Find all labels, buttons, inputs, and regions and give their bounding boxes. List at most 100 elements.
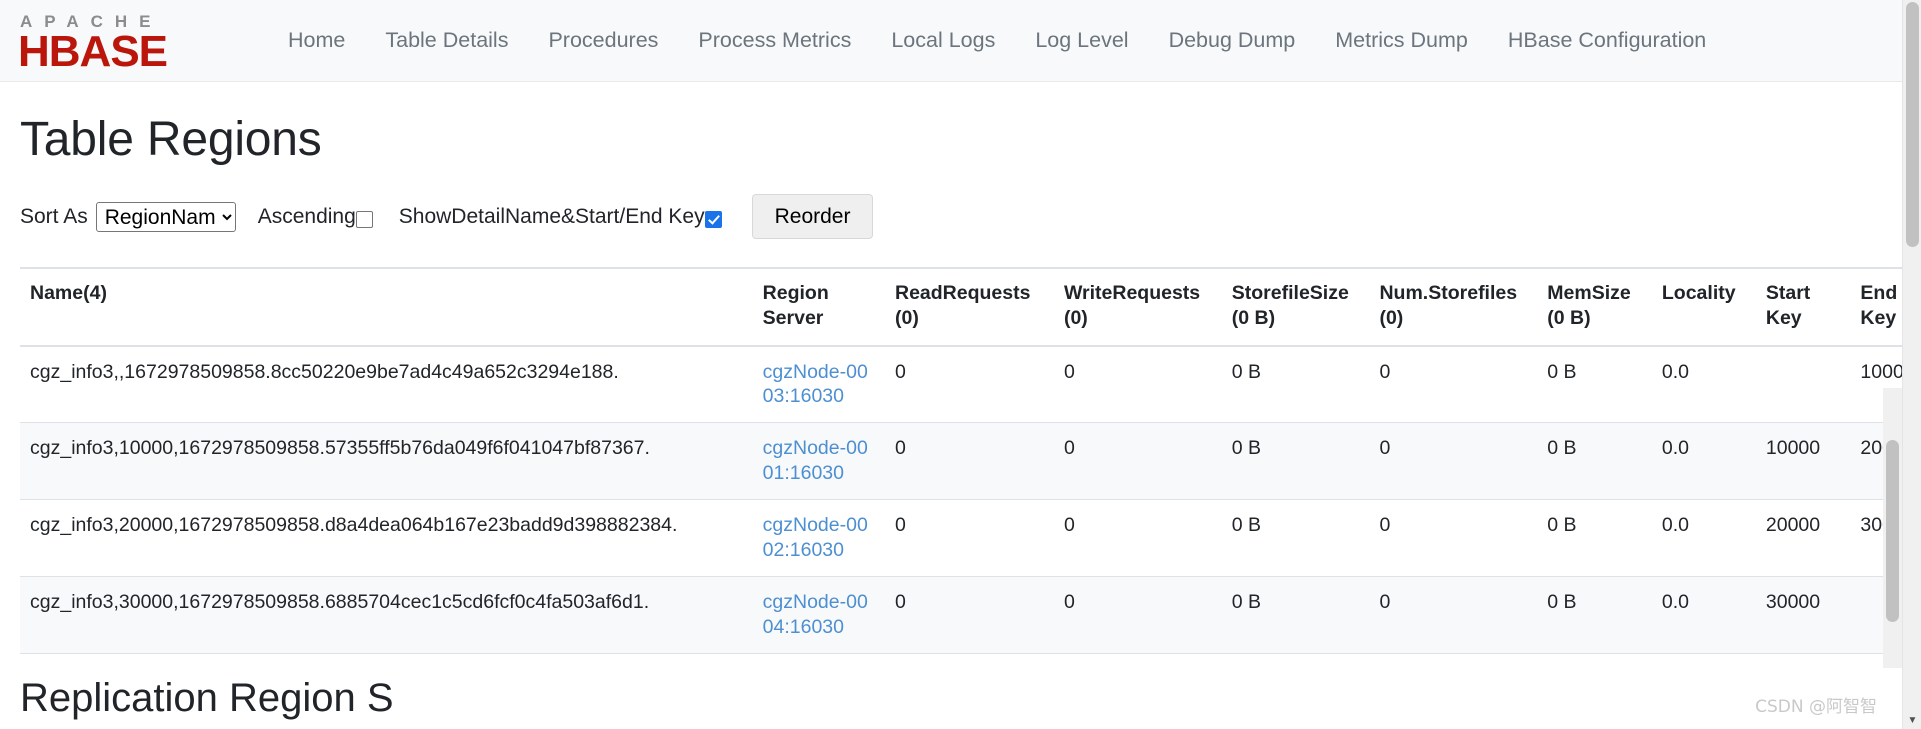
show-detail-label: ShowDetailName&Start/End Key [398, 204, 705, 228]
nav-local-logs[interactable]: Local Logs [871, 18, 1015, 63]
nav-item: Local Logs [871, 18, 1015, 63]
col-header-mem-size-line2: (0 B) [1547, 306, 1591, 329]
col-header-num-storefiles-line2: (0) [1379, 306, 1404, 329]
cell-storefile-size: 0 B [1221, 422, 1370, 501]
col-header-start-key[interactable]: Start Key [1755, 266, 1851, 347]
cell-locality: 0.0 [1651, 345, 1756, 424]
cell-region-server: cgzNode-0001:16030 [752, 422, 885, 501]
nav-item: Procedures [528, 18, 678, 63]
region-server-link[interactable]: cgzNode-0003:16030 [763, 361, 868, 408]
cell-start-key: 30000 [1755, 576, 1851, 655]
region-server-link[interactable]: cgzNode-0001:16030 [763, 437, 868, 484]
top-navbar: APACHE HBASE Home Table Details Procedur… [0, 0, 1902, 82]
nav-log-level[interactable]: Log Level [1015, 18, 1148, 63]
col-header-region-server[interactable]: Region Server [752, 266, 885, 347]
col-header-storefile-size-line1: StorefileSize [1231, 281, 1349, 304]
regions-table-head: Name(4) Region Server ReadRequests (0) W… [20, 266, 1902, 347]
cell-read-requests: 0 [885, 422, 1054, 501]
col-header-end-key-line1: End [1860, 281, 1898, 304]
ascending-group: Ascending [258, 205, 373, 229]
show-detail-checkbox[interactable] [704, 211, 722, 229]
col-header-end-key[interactable]: End Key [1850, 266, 1902, 347]
cell-num-storefiles: 0 [1369, 422, 1538, 501]
col-header-write-requests-line2: (0) [1063, 306, 1088, 329]
nav-debug-dump[interactable]: Debug Dump [1149, 18, 1316, 63]
page-scrollbar[interactable]: ▲ ▼ [1902, 0, 1921, 729]
cell-read-requests: 0 [885, 576, 1054, 655]
page-title: Table Regions [20, 113, 322, 166]
region-server-link[interactable]: cgzNode-0004:16030 [763, 591, 868, 638]
col-header-locality-line1: Locality [1661, 281, 1736, 304]
col-header-region-server-line2: Server [762, 306, 824, 329]
cell-region-server: cgzNode-0003:16030 [752, 345, 885, 424]
reorder-button[interactable]: Reorder [751, 194, 874, 240]
col-header-region-server-line1: Region [762, 281, 829, 304]
nav-home[interactable]: Home [268, 18, 365, 63]
cell-num-storefiles: 0 [1369, 345, 1538, 424]
cell-region-server: cgzNode-0002:16030 [752, 499, 885, 578]
apache-hbase-logo-svg: APACHE HBASE [18, 12, 168, 72]
table-row: cgz_info3,10000,1672978509858.57355ff5b7… [20, 422, 1902, 501]
col-header-name[interactable]: Name(4) [20, 266, 753, 347]
cell-storefile-size: 0 B [1221, 576, 1370, 655]
col-header-start-key-line1: Start [1765, 281, 1811, 304]
col-header-write-requests-line1: WriteRequests [1063, 281, 1201, 304]
col-header-num-storefiles-line1: Num.Storefiles [1379, 281, 1518, 304]
cell-region-server: cgzNode-0004:16030 [752, 576, 885, 655]
nav-item: Table Details [365, 18, 528, 63]
cell-mem-size: 0 B [1537, 499, 1652, 578]
table-scrollbar[interactable] [1883, 388, 1902, 668]
col-header-start-key-line2: Key [1765, 306, 1802, 329]
col-header-name-line1: Name(4) [30, 281, 107, 304]
next-section-heading: Replication Region S [20, 676, 394, 721]
col-header-mem-size[interactable]: MemSize (0 B) [1537, 266, 1652, 347]
cell-region-name: cgz_info3,,1672978509858.8cc50220e9be7ad… [20, 345, 753, 424]
nav-item: Log Level [1015, 18, 1148, 63]
nav-process-metrics[interactable]: Process Metrics [678, 18, 871, 63]
cell-storefile-size: 0 B [1221, 345, 1370, 424]
regions-table: Name(4) Region Server ReadRequests (0) W… [20, 266, 1902, 655]
cell-num-storefiles: 0 [1369, 576, 1538, 655]
table-row: cgz_info3,30000,1672978509858.6885704cec… [20, 576, 1902, 655]
table-row: cgz_info3,,1672978509858.8cc50220e9be7ad… [20, 345, 1902, 424]
sort-as-select[interactable]: RegionName [95, 201, 236, 232]
nav-item: Metrics Dump [1315, 18, 1488, 63]
col-header-storefile-size[interactable]: StorefileSize (0 B) [1221, 266, 1370, 347]
nav-procedures[interactable]: Procedures [528, 18, 678, 63]
main-content: Table Regions Sort As RegionName Ascendi… [0, 111, 1902, 655]
sort-as-label: Sort As [20, 204, 88, 228]
cell-write-requests: 0 [1053, 499, 1222, 578]
nav-item: HBase Configuration [1488, 18, 1726, 63]
cell-locality: 0.0 [1651, 576, 1756, 655]
nav-links: Home Table Details Procedures Process Me… [268, 18, 1726, 63]
region-server-link[interactable]: cgzNode-0002:16030 [763, 514, 868, 561]
page-scrollbar-thumb[interactable] [1906, 2, 1919, 247]
col-header-num-storefiles[interactable]: Num.Storefiles (0) [1369, 266, 1538, 347]
show-detail-group: ShowDetailName&Start/End Key [399, 205, 722, 229]
csdn-watermark: CSDN @阿智智 [1755, 697, 1877, 717]
cell-num-storefiles: 0 [1369, 499, 1538, 578]
regions-table-wrapper: Name(4) Region Server ReadRequests (0) W… [20, 266, 1902, 655]
col-header-locality[interactable]: Locality [1651, 266, 1756, 347]
col-header-read-requests-line2: (0) [895, 306, 919, 329]
cell-write-requests: 0 [1053, 422, 1222, 501]
cell-region-name: cgz_info3,20000,1672978509858.d8a4dea064… [20, 499, 753, 578]
col-header-mem-size-line1: MemSize [1547, 281, 1631, 304]
nav-metrics-dump[interactable]: Metrics Dump [1315, 18, 1488, 63]
nav-hbase-configuration[interactable]: HBase Configuration [1488, 18, 1726, 63]
nav-item: Debug Dump [1149, 18, 1316, 63]
ascending-checkbox[interactable] [355, 211, 373, 229]
cell-start-key [1755, 345, 1851, 424]
table-scrollbar-thumb[interactable] [1886, 440, 1899, 622]
cell-region-name: cgz_info3,10000,1672978509858.57355ff5b7… [20, 422, 753, 501]
scroll-down-arrow[interactable]: ▼ [1903, 712, 1921, 729]
cell-region-name: cgz_info3,30000,1672978509858.6885704cec… [20, 576, 753, 655]
table-header-row: Name(4) Region Server ReadRequests (0) W… [20, 266, 1902, 347]
col-header-read-requests[interactable]: ReadRequests (0) [885, 266, 1054, 347]
cell-read-requests: 0 [885, 499, 1054, 578]
cell-mem-size: 0 B [1537, 422, 1652, 501]
nav-table-details[interactable]: Table Details [365, 18, 528, 63]
col-header-write-requests[interactable]: WriteRequests (0) [1053, 266, 1222, 347]
sort-as-group: Sort As RegionName [20, 201, 236, 232]
apache-hbase-logo[interactable]: APACHE HBASE [18, 10, 226, 72]
